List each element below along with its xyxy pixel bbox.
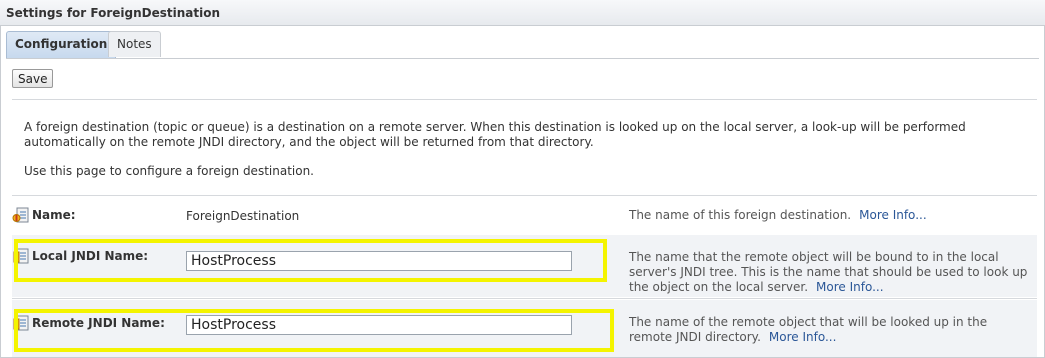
local-jndi-more-info-link[interactable]: More Info... [816,280,884,294]
remote-jndi-help: The name of the remote object that will … [629,315,1029,345]
remote-jndi-more-info-link[interactable]: More Info... [769,330,837,344]
description-usage-text: Use this page to configure a foreign des… [24,164,314,178]
save-button[interactable]: Save [12,69,54,88]
name-value: ForeignDestination [186,209,300,223]
divider [12,99,1037,100]
tab-notes[interactable]: Notes [108,31,161,57]
highlight-box [14,309,614,352]
name-label-cell: Name: [12,206,76,224]
tab-configuration[interactable]: Configuration [6,31,117,58]
page-title: Settings for ForeignDestination [6,6,221,20]
page-description: A foreign destination (topic or queue) i… [24,120,1024,179]
property-key-icon [12,206,30,224]
tab-bar: Configuration Notes [6,31,1039,59]
title-bar: Settings for ForeignDestination [0,0,1045,26]
name-help-text: The name of this foreign destination. [629,208,852,222]
local-jndi-help: The name that the remote object will be … [629,250,1029,295]
divider [12,298,1037,299]
name-more-info-link[interactable]: More Info... [859,208,927,222]
description-text: A foreign destination (topic or queue) i… [24,120,966,149]
name-row: Name: ForeignDestination The name of thi… [12,196,1037,234]
highlight-box [14,239,607,282]
name-label: Name: [32,208,76,222]
name-help: The name of this foreign destination. Mor… [629,208,1029,223]
